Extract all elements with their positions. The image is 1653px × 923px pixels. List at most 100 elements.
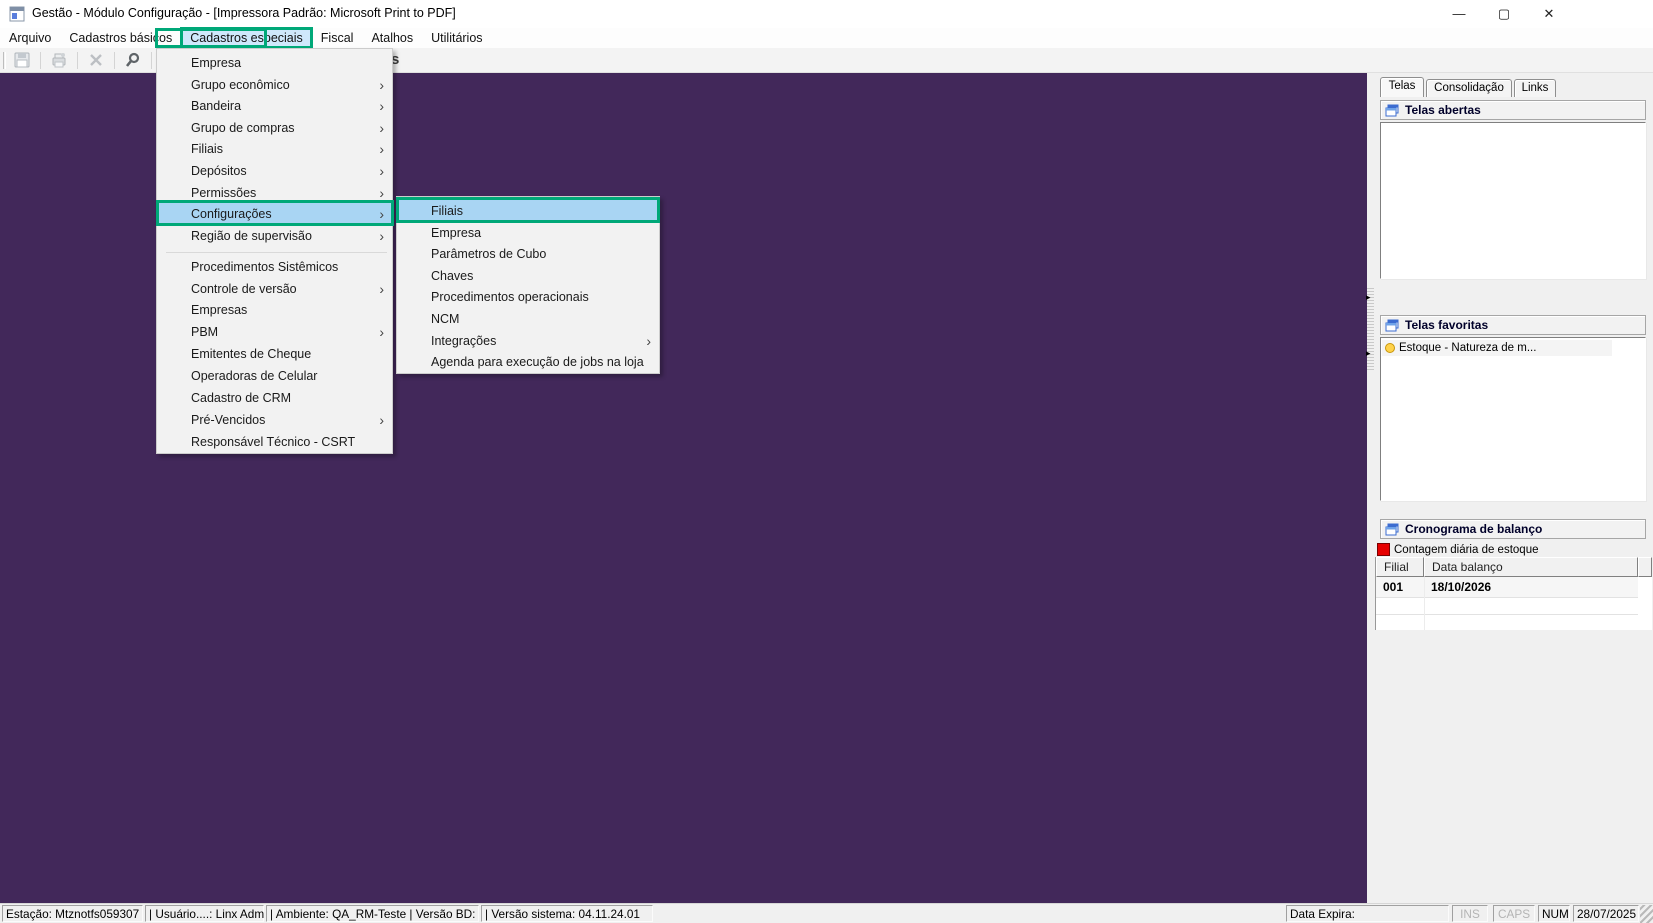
panel-splitter[interactable]: ▸ ▸: [1366, 73, 1374, 903]
print-icon[interactable]: [47, 49, 71, 71]
submenu-arrow-icon: ›: [379, 185, 384, 201]
delete-icon[interactable]: [84, 49, 108, 71]
submenu-arrow-icon: ›: [379, 141, 384, 157]
submenu-item-ncm[interactable]: NCM: [398, 308, 658, 330]
submenu-item-filiais[interactable]: Filiais: [398, 200, 658, 222]
submenu-item-agenda-jobs-loja[interactable]: Agenda para execução de jobs na loja: [398, 351, 658, 373]
submenu-item-parametros-de-cubo[interactable]: Parâmetros de Cubo: [398, 243, 658, 265]
telas-favoritas-title: Telas favoritas: [1405, 318, 1489, 332]
telas-abertas-header[interactable]: Telas abertas: [1380, 100, 1646, 120]
status-date: 28/07/2025: [1573, 905, 1639, 922]
column-header-stub[interactable]: [1638, 557, 1652, 577]
resize-grip[interactable]: [1640, 905, 1653, 923]
menu-item-regiao-de-supervisao[interactable]: Região de supervisão ›: [158, 225, 391, 247]
menubar-item-utilitarios[interactable]: Utilitários: [422, 28, 491, 48]
cronograma-header[interactable]: Cronograma de balanço: [1380, 519, 1646, 539]
tab-telas[interactable]: Telas: [1380, 77, 1424, 97]
menu-item-empresa[interactable]: Empresa: [158, 52, 391, 74]
column-header-data-balanco[interactable]: Data balanço: [1424, 557, 1638, 577]
status-estacao: Estação: Mtznotfs059307: [2, 905, 143, 922]
telas-favoritas-list[interactable]: Estoque - Natureza de m...: [1380, 337, 1646, 501]
menubar-item-atalhos[interactable]: Atalhos: [362, 28, 422, 48]
column-header-filial[interactable]: Filial: [1376, 557, 1424, 577]
menu-item-bandeira[interactable]: Bandeira ›: [158, 95, 391, 117]
legend-red-square-icon: [1377, 543, 1390, 556]
table-gridline: [1424, 577, 1425, 630]
status-ins-indicator: INS: [1452, 905, 1488, 922]
maximize-button[interactable]: ▢: [1491, 2, 1517, 26]
table-cell-filial[interactable]: 001: [1376, 577, 1424, 597]
submenu-arrow-icon: ›: [379, 77, 384, 93]
submenu-configuracoes: Filiais Empresa Parâmetros de Cubo Chave…: [396, 196, 660, 374]
menu-item-responsavel-tecnico-csrt[interactable]: Responsável Técnico - CSRT: [158, 431, 391, 453]
save-icon[interactable]: [10, 49, 34, 71]
submenu-arrow-icon: ›: [379, 324, 384, 340]
menu-item-permissoes[interactable]: Permissões ›: [158, 182, 391, 204]
tab-links[interactable]: Links: [1514, 79, 1556, 97]
submenu-arrow-icon: ›: [379, 412, 384, 428]
table-cell-data-balanco[interactable]: 18/10/2026: [1424, 577, 1638, 597]
right-panel: Telas Consolidação Links Telas abertas T…: [1374, 73, 1653, 903]
menu-cadastros-especiais: Empresa Grupo econômico › Bandeira › Grupo…: [156, 48, 393, 454]
menubar-item-cadastros-basicos[interactable]: Cadastros básicos: [60, 28, 181, 48]
submenu-arrow-icon: ›: [379, 206, 384, 222]
submenu-item-chaves[interactable]: Chaves: [398, 265, 658, 287]
search-icon[interactable]: [121, 49, 145, 71]
submenu-arrow-icon: ›: [379, 281, 384, 297]
close-button[interactable]: ✕: [1536, 2, 1562, 26]
menu-item-emitentes-de-cheque[interactable]: Emitentes de Cheque: [158, 343, 391, 365]
splitter-arrow-icon: ▸: [1366, 292, 1371, 302]
telas-favoritas-header[interactable]: Telas favoritas: [1380, 315, 1646, 335]
menu-item-depositos[interactable]: Depósitos ›: [158, 160, 391, 182]
status-usuario: | Usuário....: Linx Adm: [145, 905, 264, 922]
menu-item-filiais[interactable]: Filiais ›: [158, 138, 391, 160]
submenu-arrow-icon: ›: [379, 163, 384, 179]
favorite-item-estoque-natureza[interactable]: Estoque - Natureza de m...: [1382, 340, 1612, 356]
status-num-indicator: NUM: [1538, 905, 1570, 922]
menu-item-pbm[interactable]: PBM ›: [158, 321, 391, 343]
menubar-item-fiscal[interactable]: Fiscal: [312, 28, 363, 48]
menu-item-configuracoes[interactable]: Configurações ›: [158, 203, 391, 225]
telas-abertas-title: Telas abertas: [1405, 103, 1481, 117]
menu-item-procedimentos-sistemicos[interactable]: Procedimentos Sistêmicos: [158, 256, 391, 278]
table-gridline: [1376, 597, 1638, 598]
cronograma-title: Cronograma de balanço: [1405, 522, 1543, 536]
menu-item-empresas[interactable]: Empresas: [158, 299, 391, 321]
status-data-expira: Data Expira:: [1286, 905, 1449, 922]
submenu-item-empresa[interactable]: Empresa: [398, 222, 658, 244]
splitter-arrow-icon: ▸: [1366, 348, 1371, 358]
submenu-item-procedimentos-operacionais[interactable]: Procedimentos operacionais: [398, 286, 658, 308]
menu-item-grupo-de-compras[interactable]: Grupo de compras ›: [158, 117, 391, 139]
window-title: Gestão - Módulo Configuração - [Impresso…: [32, 6, 456, 20]
submenu-arrow-icon: ›: [646, 333, 651, 349]
cronograma-legend: Contagem diária de estoque: [1377, 543, 1539, 556]
tab-consolidacao[interactable]: Consolidação: [1426, 79, 1512, 97]
submenu-arrow-icon: ›: [379, 98, 384, 114]
minimize-button[interactable]: —: [1446, 2, 1472, 26]
title-bar: Gestão - Módulo Configuração - [Impresso…: [0, 0, 1653, 28]
submenu-arrow-icon: ›: [379, 228, 384, 244]
menu-item-grupo-economico[interactable]: Grupo econômico ›: [158, 74, 391, 96]
app-icon: [9, 6, 25, 22]
menubar-item-cadastros-especiais[interactable]: Cadastros especiais: [180, 27, 313, 49]
stacked-windows-icon: [1385, 319, 1399, 331]
legend-label: Contagem diária de estoque: [1394, 543, 1539, 556]
telas-abertas-list[interactable]: [1380, 122, 1646, 279]
menu-item-controle-de-versao[interactable]: Controle de versão ›: [158, 278, 391, 300]
cronograma-table: Filial Data balanço 001 18/10/2026: [1375, 557, 1652, 630]
status-ambiente-versao-bd: | Ambiente: QA_RM-Teste | Versão BD:: [266, 905, 479, 922]
table-gridline: [1376, 614, 1638, 615]
menu-separator: [166, 252, 387, 253]
stacked-windows-icon: [1385, 104, 1399, 116]
toolbar-grip: [3, 51, 6, 69]
menu-item-operadoras-de-celular[interactable]: Operadoras de Celular: [158, 365, 391, 387]
status-versao-sistema: | Versão sistema: 04.11.24.01: [481, 905, 653, 922]
status-caps-indicator: CAPS: [1493, 905, 1535, 922]
menu-bar: Arquivo Cadastros básicos Cadastros espe…: [0, 27, 1653, 49]
submenu-arrow-icon: ›: [379, 120, 384, 136]
submenu-item-integracoes[interactable]: Integrações ›: [398, 330, 658, 352]
menubar-item-arquivo[interactable]: Arquivo: [0, 28, 60, 48]
menu-item-pre-vencidos[interactable]: Pré-Vencidos ›: [158, 409, 391, 431]
status-bar: Estação: Mtznotfs059307 | Usuário....: L…: [0, 903, 1653, 923]
menu-item-cadastro-de-crm[interactable]: Cadastro de CRM: [158, 387, 391, 409]
